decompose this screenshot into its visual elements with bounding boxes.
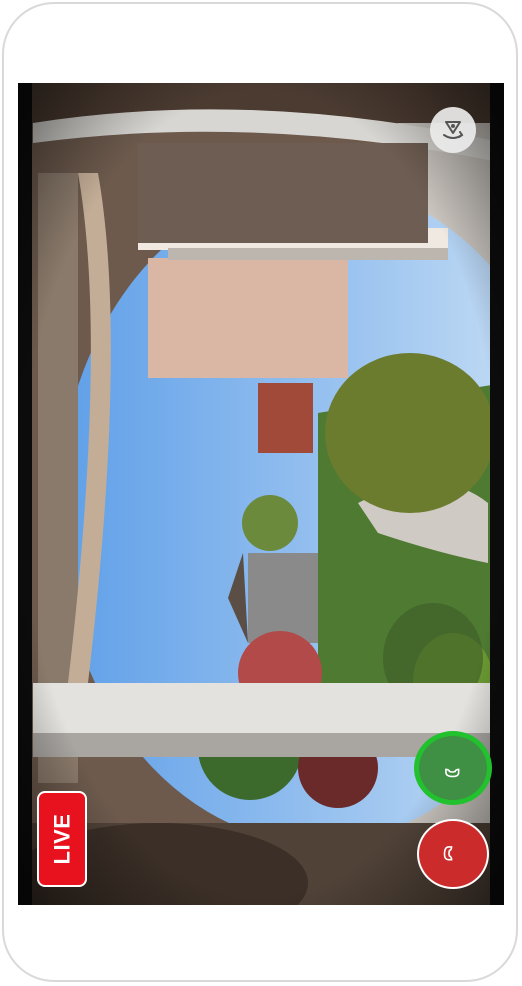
answer-call-button[interactable] (414, 731, 492, 805)
decline-call-button[interactable] (417, 819, 489, 889)
phone-answer-icon (445, 768, 460, 778)
phone-decline-icon (443, 846, 453, 861)
live-badge-label: LIVE (49, 813, 74, 865)
camera-rotate-icon (443, 121, 464, 139)
live-badge: LIVE (37, 791, 87, 887)
flip-camera-button[interactable] (430, 107, 476, 153)
